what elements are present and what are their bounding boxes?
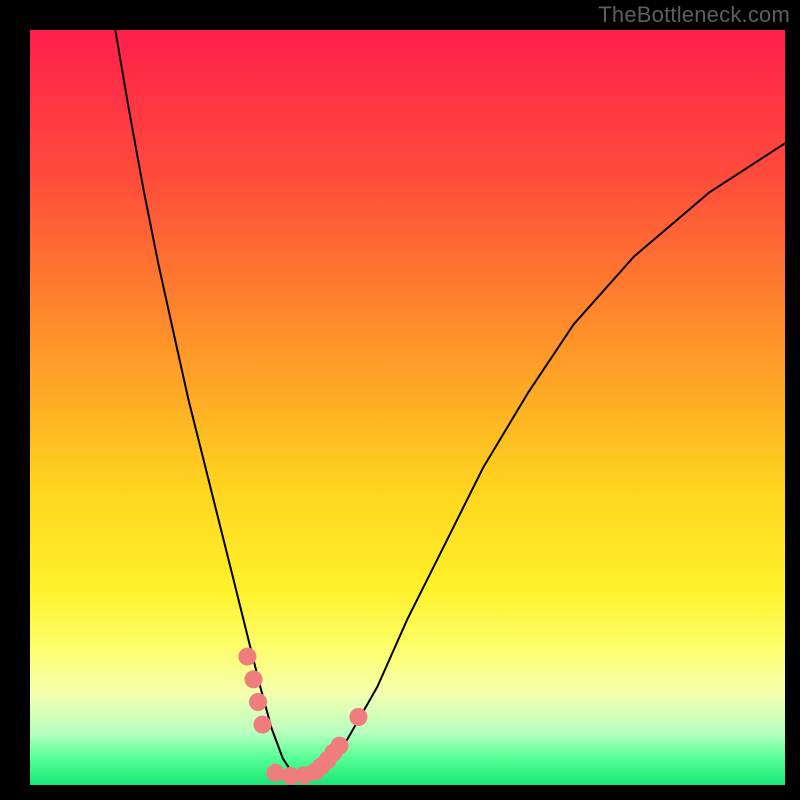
chart-frame: TheBottleneck.com xyxy=(0,0,800,800)
marker-dot xyxy=(349,708,367,726)
marker-dot xyxy=(249,693,267,711)
plot-background xyxy=(30,30,785,785)
marker-dot xyxy=(266,764,284,782)
marker-dot xyxy=(331,737,349,755)
bottleneck-chart xyxy=(0,0,800,800)
marker-dot xyxy=(254,716,272,734)
marker-dot xyxy=(238,648,256,666)
marker-dot xyxy=(245,670,263,688)
